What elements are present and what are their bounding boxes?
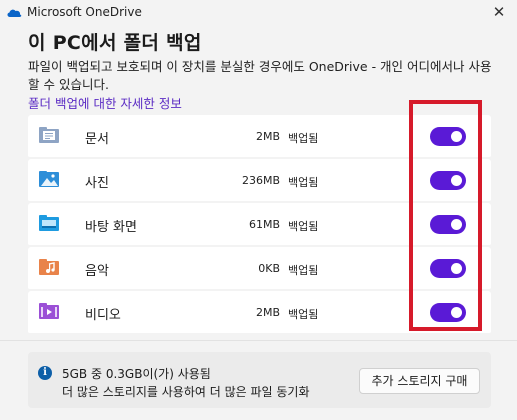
close-button[interactable]: ✕	[489, 2, 509, 22]
window-title: Microsoft OneDrive	[27, 5, 142, 19]
desktop-folder-icon	[39, 215, 59, 231]
toggle-knob	[451, 175, 462, 186]
folder-list: 문서 2MB 백업됨 사진 236MB 백업됨 바탕 화면 61MB 백업됨 음…	[28, 115, 491, 335]
folder-row-desktop: 바탕 화면 61MB 백업됨	[28, 203, 491, 247]
folder-status: 백업됨	[288, 176, 319, 189]
folder-name: 비디오	[85, 308, 121, 323]
folder-size: 2MB	[255, 306, 280, 319]
folder-row-pictures: 사진 236MB 백업됨	[28, 159, 491, 203]
backup-toggle-documents[interactable]	[430, 127, 466, 146]
learn-more-link[interactable]: 폴더 백업에 대한 자세한 정보	[28, 93, 182, 112]
pictures-folder-icon	[39, 171, 59, 187]
toggle-knob	[451, 263, 462, 274]
buy-storage-button[interactable]: 추가 스토리지 구매	[359, 368, 480, 394]
divider	[0, 340, 517, 341]
folder-size: 2MB	[255, 130, 280, 143]
folder-row-documents: 문서 2MB 백업됨	[28, 115, 491, 159]
folder-name: 사진	[85, 176, 109, 191]
page-title: 이 PC에서 폴더 백업	[28, 32, 202, 54]
folder-status: 백업됨	[288, 220, 319, 233]
folder-name: 음악	[85, 264, 109, 279]
backup-toggle-desktop[interactable]	[430, 215, 466, 234]
toggle-knob	[451, 131, 462, 142]
storage-upsell-text: 더 많은 스토리지를 사용하여 더 많은 파일 동기화	[62, 385, 310, 399]
backup-toggle-pictures[interactable]	[430, 171, 466, 190]
storage-usage-text: 5GB 중 0.3GB이(가) 사용됨	[62, 367, 211, 381]
info-icon: i	[38, 366, 52, 380]
onedrive-cloud-icon	[7, 9, 22, 17]
folder-size: 236MB	[241, 174, 280, 187]
folder-row-videos: 비디오 2MB 백업됨	[28, 291, 491, 335]
folder-row-music: 음악 0KB 백업됨	[28, 247, 491, 291]
toggle-knob	[451, 219, 462, 230]
documents-folder-icon	[39, 127, 59, 143]
folder-status: 백업됨	[288, 132, 319, 145]
description-text: 파일이 백업되고 보호되며 이 장치를 분실한 경우에도 OneDrive - …	[28, 59, 492, 92]
folder-size: 0KB	[258, 262, 280, 275]
music-folder-icon	[39, 259, 59, 275]
storage-panel: i 5GB 중 0.3GB이(가) 사용됨 더 많은 스토리지를 사용하여 더 …	[28, 352, 491, 408]
folder-size: 61MB	[248, 218, 280, 231]
folder-status: 백업됨	[288, 264, 319, 277]
backup-toggle-music[interactable]	[430, 259, 466, 278]
title-bar: Microsoft OneDrive ✕	[0, 0, 517, 26]
folder-name: 바탕 화면	[85, 220, 137, 235]
videos-folder-icon	[39, 303, 59, 319]
backup-toggle-videos[interactable]	[430, 303, 466, 322]
toggle-knob	[451, 307, 462, 318]
folder-name: 문서	[85, 132, 109, 147]
folder-status: 백업됨	[288, 308, 319, 321]
